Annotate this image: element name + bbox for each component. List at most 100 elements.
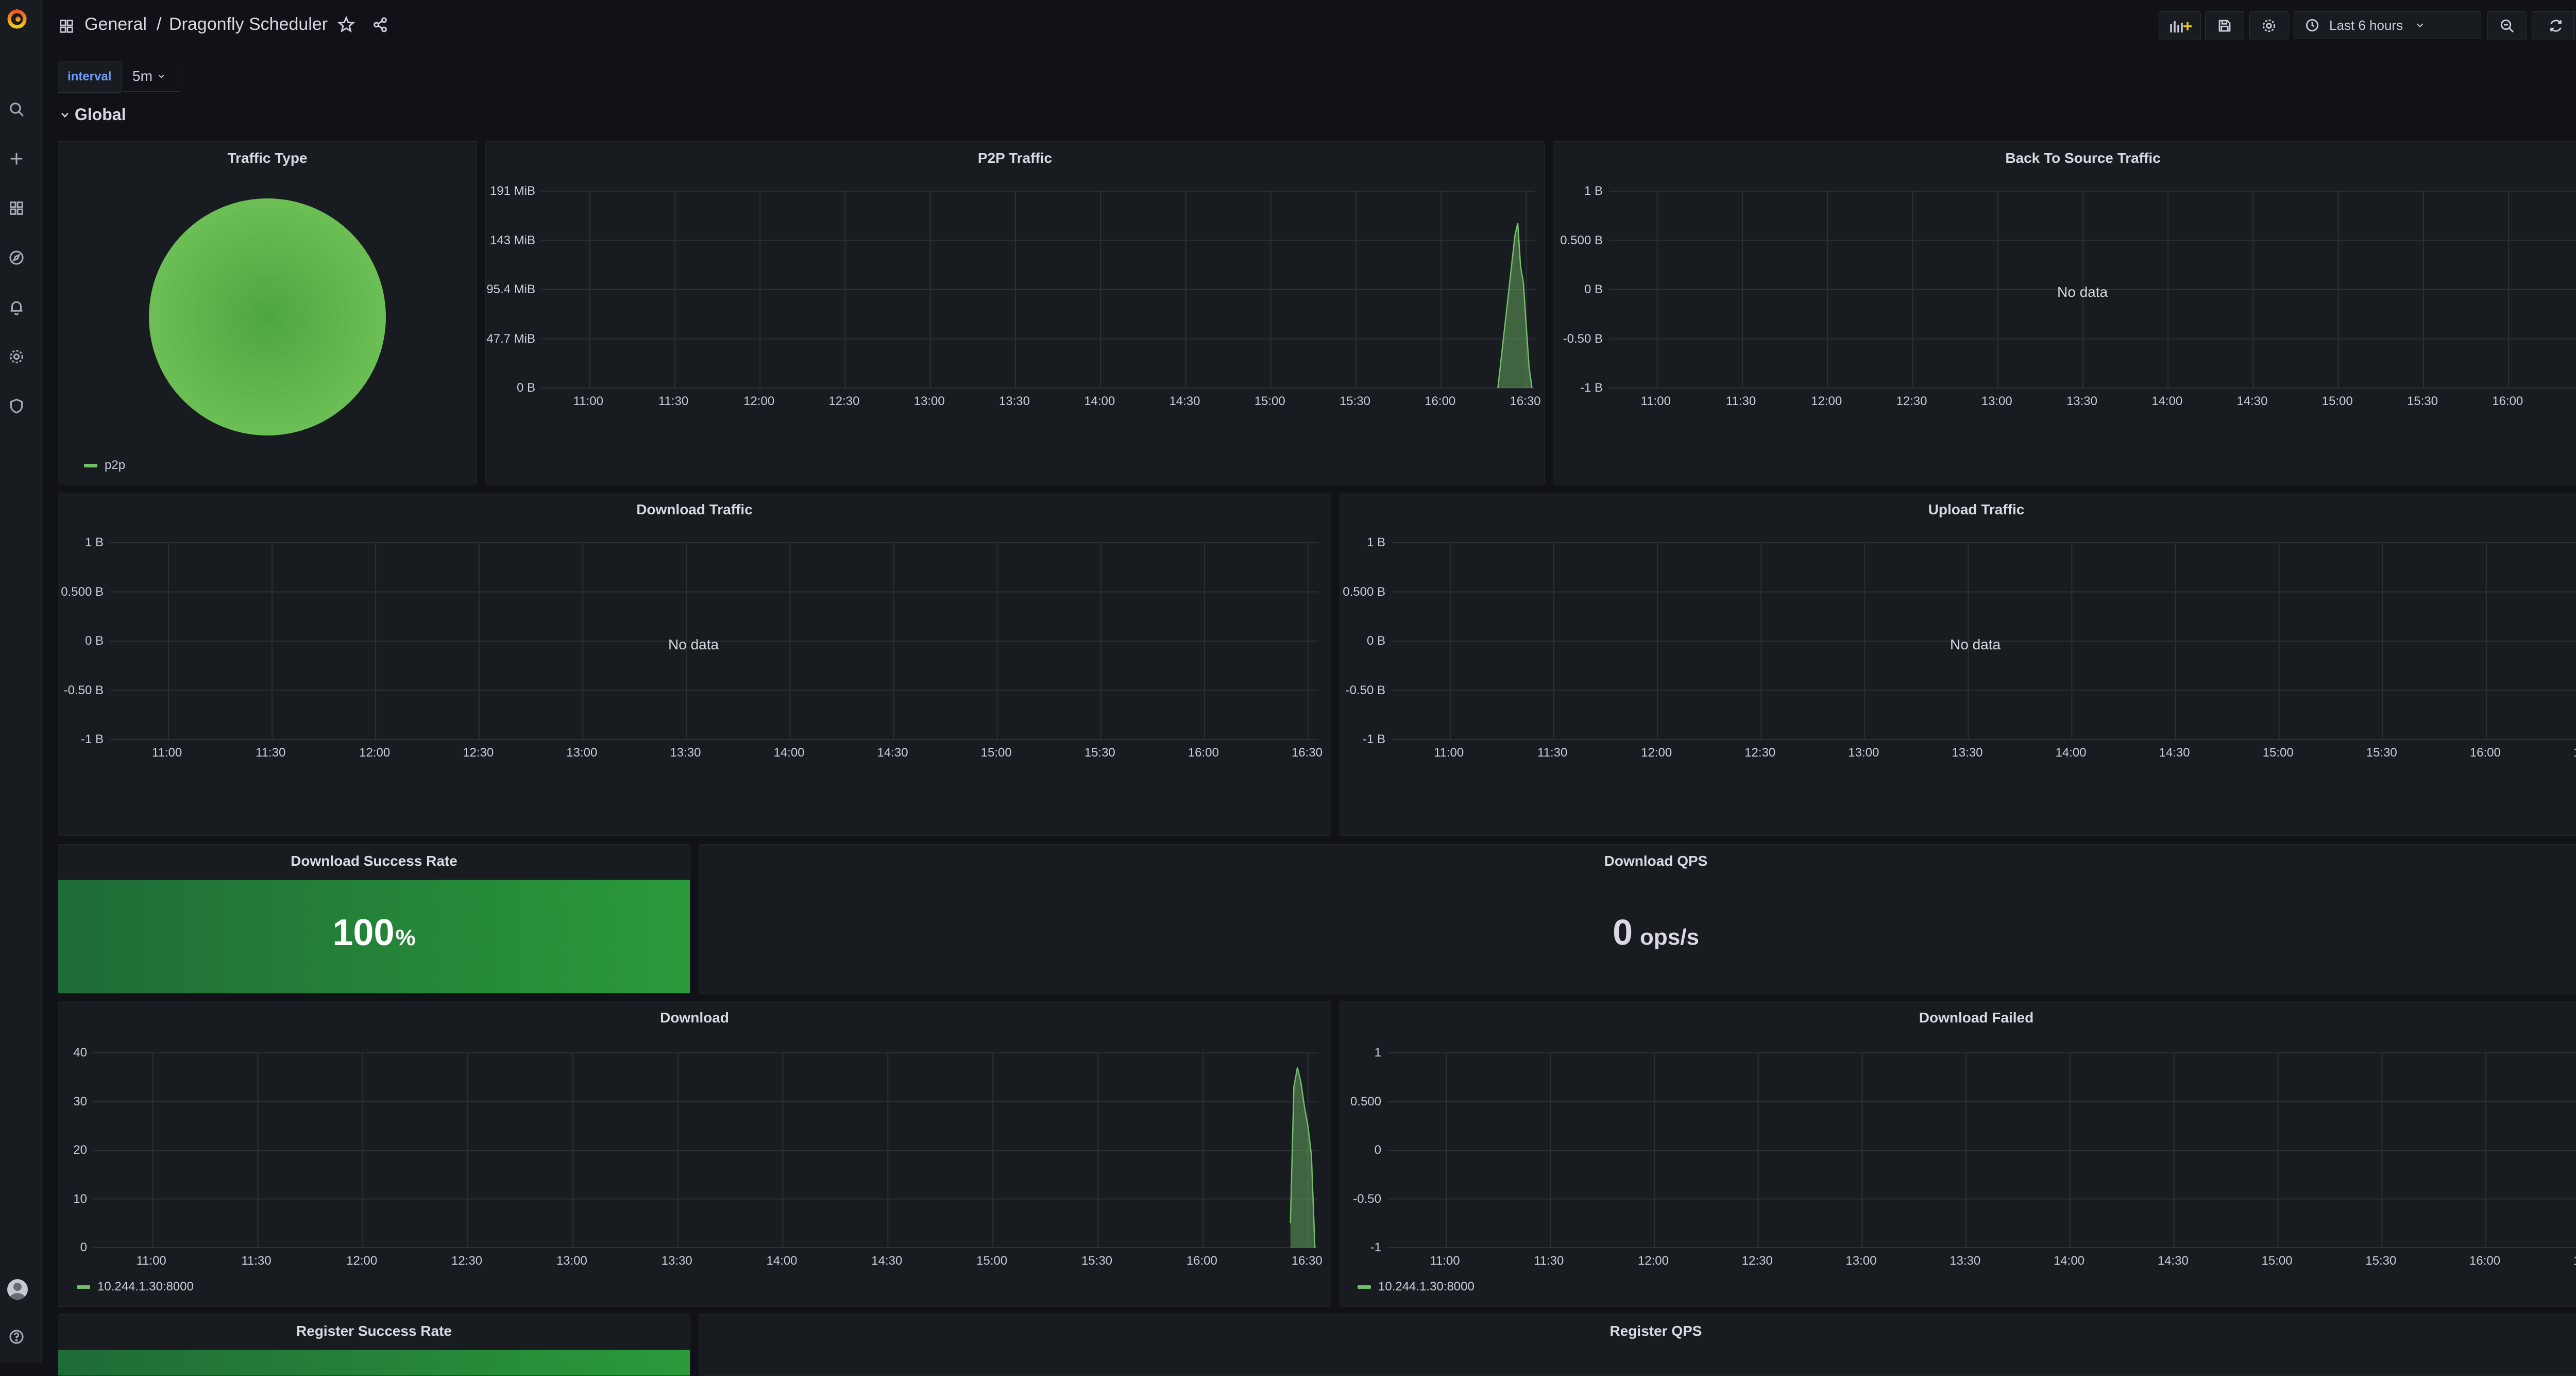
panel-title[interactable]: Register QPS	[699, 1323, 2576, 1339]
interval-variable-select[interactable]: 5m	[123, 61, 179, 92]
row-title[interactable]: Global	[60, 105, 126, 124]
pie-slice-p2p[interactable]	[149, 198, 386, 435]
help-icon[interactable]	[7, 1328, 26, 1346]
x-tick-label: 11:00	[151, 746, 182, 760]
x-tick-label: 12:30	[451, 1254, 483, 1268]
x-tick-label: 13:30	[1950, 1254, 1981, 1268]
no-data-message: No data	[1950, 636, 2001, 652]
y-tick-label: 1 B	[1366, 535, 1385, 549]
dashboard-settings-button[interactable]	[2249, 11, 2289, 40]
time-series-chart[interactable]	[486, 142, 1544, 484]
breadcrumb-folder[interactable]: General	[84, 14, 147, 35]
time-series-chart[interactable]	[58, 493, 1331, 835]
panel-title[interactable]: Download QPS	[699, 853, 2576, 869]
x-tick-label: 13:00	[556, 1254, 587, 1268]
time-series-chart[interactable]	[1553, 142, 2576, 484]
x-tick-label: 12:00	[359, 746, 391, 760]
y-tick-label: 10	[73, 1192, 87, 1206]
share-icon[interactable]	[371, 15, 389, 34]
y-tick-label: 0 B	[1366, 634, 1385, 648]
x-tick-label: 13:30	[670, 746, 701, 760]
x-tick-label: 14:00	[773, 746, 805, 760]
x-tick-label: 11:30	[241, 1254, 272, 1268]
x-tick-label: 11:00	[136, 1254, 166, 1268]
y-tick-label: -0.50 B	[1345, 683, 1385, 697]
stat-background	[58, 1350, 690, 1375]
x-tick-label: 16:00	[1186, 1254, 1217, 1268]
legend-item[interactable]: 10.244.1.30:8000	[1358, 1280, 1475, 1294]
legend-item[interactable]: p2p	[84, 458, 125, 473]
panel-register-success-rate: Register Success Rate	[58, 1314, 690, 1376]
search-icon[interactable]	[7, 100, 26, 119]
dashboard-title[interactable]: Dragonfly Scheduler	[169, 14, 328, 35]
dashboards-icon[interactable]	[7, 199, 26, 217]
x-tick-label: 15:30	[2365, 1254, 2397, 1268]
x-tick-label: 16:30	[2573, 746, 2576, 760]
panel-title[interactable]: Download Success Rate	[58, 853, 690, 869]
y-tick-label: 191 MiB	[489, 184, 535, 198]
clock-icon	[2306, 19, 2318, 31]
time-picker-button[interactable]: Last 6 hours	[2294, 11, 2481, 39]
panel-register-qps: Register QPS	[699, 1314, 2576, 1376]
x-tick-label: 13:00	[1848, 746, 1879, 760]
grafana-logo-icon[interactable]	[5, 6, 29, 30]
x-tick-label: 13:30	[661, 1254, 692, 1268]
save-dashboard-button[interactable]	[2205, 11, 2244, 40]
x-tick-label: 15:30	[2366, 746, 2397, 760]
avatar[interactable]	[7, 1279, 28, 1300]
plus-icon[interactable]	[7, 149, 26, 168]
save-icon	[2218, 20, 2231, 32]
time-series-chart[interactable]	[1340, 493, 2576, 835]
legend-item[interactable]: 10.244.1.30:8000	[77, 1280, 194, 1294]
star-icon[interactable]	[337, 15, 355, 34]
x-tick-label: 15:00	[1254, 394, 1285, 408]
x-tick-label: 15:00	[976, 1254, 1008, 1268]
shield-icon[interactable]	[7, 397, 26, 415]
x-tick-label: 12:00	[1641, 746, 1672, 760]
x-tick-label: 12:00	[346, 1254, 378, 1268]
alerting-icon[interactable]	[7, 298, 26, 316]
y-tick-label: 0	[80, 1240, 87, 1254]
x-tick-label: 14:30	[877, 746, 908, 760]
settings-icon	[2262, 19, 2276, 32]
y-tick-label: -0.50 B	[1563, 331, 1603, 346]
x-tick-label: 11:30	[1534, 1254, 1564, 1268]
gear-icon[interactable]	[7, 347, 26, 366]
breadcrumb-separator: /	[157, 14, 162, 34]
y-tick-label: 0.500 B	[61, 584, 104, 599]
y-tick-label: 40	[73, 1046, 87, 1060]
x-tick-label: 15:00	[980, 746, 1012, 760]
y-tick-label: -1 B	[1580, 381, 1603, 395]
panel-p2p-traffic: P2P Traffic 191 MiB 143 MiB 95.4 MiB 47.7 M…	[485, 141, 1545, 484]
x-tick-label: 13:00	[1981, 394, 2012, 408]
x-tick-label: 15:00	[2321, 394, 2353, 408]
y-tick-label: 0.500 B	[1343, 584, 1385, 599]
x-tick-label: 13:00	[566, 746, 598, 760]
x-tick-label: 16:30	[1291, 746, 1323, 760]
x-tick-label: 12:00	[743, 394, 775, 408]
x-tick-label: 16:00	[2469, 1254, 2501, 1268]
x-tick-label: 15:30	[1084, 746, 1115, 760]
panel-title[interactable]: Register Success Rate	[58, 1323, 690, 1339]
y-tick-label: 47.7 MiB	[486, 331, 535, 346]
add-panel-button[interactable]	[2159, 11, 2201, 40]
x-tick-label: 11:30	[1537, 746, 1568, 760]
x-tick-label: 11:00	[573, 394, 603, 408]
y-tick-label: 0.500	[1350, 1094, 1381, 1109]
explore-icon[interactable]	[7, 248, 26, 267]
panel-download-failed: Download Failed 10.244.1.30:8000 1 0.500 0…	[1340, 1001, 2576, 1307]
x-tick-label: 11:30	[256, 746, 286, 760]
y-tick-label: 30	[73, 1094, 87, 1109]
x-tick-label: 16:00	[1188, 746, 1219, 760]
y-tick-label: 95.4 MiB	[486, 282, 535, 296]
zoom-out-button[interactable]	[2487, 11, 2527, 40]
x-tick-label: 15:00	[2262, 746, 2294, 760]
interval-variable-label: interval	[58, 61, 122, 93]
stat-value: 100 %	[332, 912, 416, 953]
refresh-button[interactable]	[2532, 11, 2576, 40]
panel-back-to-source-traffic: Back To Source Traffic No data 1 B 0.500 …	[1553, 141, 2576, 484]
interval-variable-value: 5m	[132, 68, 152, 84]
panel-download-qps: Download QPS 0 ops/s	[699, 844, 2576, 994]
x-tick-label: 14:30	[871, 1254, 903, 1268]
panel-download-success-rate: Download Success Rate 100 %	[58, 844, 690, 994]
